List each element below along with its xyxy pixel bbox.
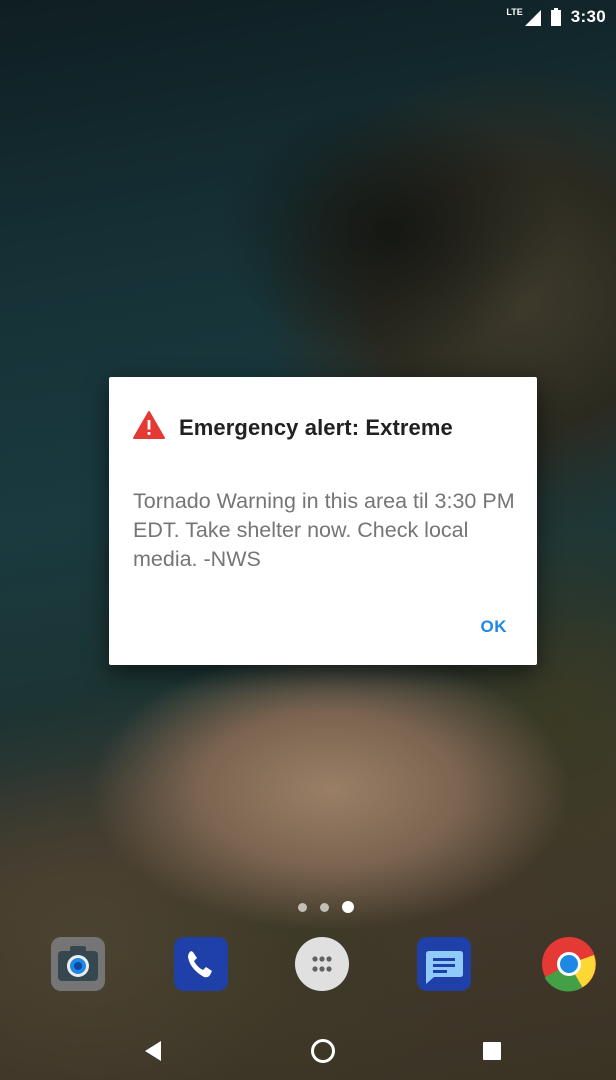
alert-message: Tornado Warning in this area til 3:30 PM… <box>133 489 515 571</box>
page-indicator <box>298 901 354 913</box>
app-drawer-icon[interactable] <box>293 935 351 993</box>
recents-icon[interactable] <box>483 1042 501 1065</box>
battery-icon <box>550 8 561 26</box>
home-screen: LTE 3:30 Emergency alert: Extreme Tornad… <box>0 0 616 1080</box>
page-dot <box>298 902 307 912</box>
chrome-app-icon[interactable] <box>540 935 598 993</box>
app-dock <box>0 935 616 995</box>
camera-app-icon[interactable] <box>49 935 107 993</box>
network-type-label: LTE <box>506 7 523 17</box>
emergency-alert-dialog: Emergency alert: Extreme Tornado Warning… <box>109 377 537 665</box>
alert-header: Emergency alert: Extreme <box>133 411 453 444</box>
home-icon[interactable] <box>310 1038 336 1069</box>
signal-strength-icon <box>524 10 541 26</box>
alert-title: Emergency alert: Extreme <box>179 414 453 440</box>
warning-triangle-icon <box>133 411 165 444</box>
ok-button[interactable]: OK <box>481 617 508 637</box>
clock: 3:30 <box>570 7 606 26</box>
back-icon[interactable] <box>143 1040 163 1067</box>
lte-signal-icon: LTE <box>506 7 541 26</box>
navigation-bar <box>0 1028 616 1080</box>
page-dot-active <box>342 901 354 913</box>
page-dot <box>320 902 329 912</box>
phone-app-icon[interactable] <box>172 935 230 993</box>
messages-app-icon[interactable] <box>415 935 473 993</box>
status-bar: LTE 3:30 <box>0 0 616 34</box>
